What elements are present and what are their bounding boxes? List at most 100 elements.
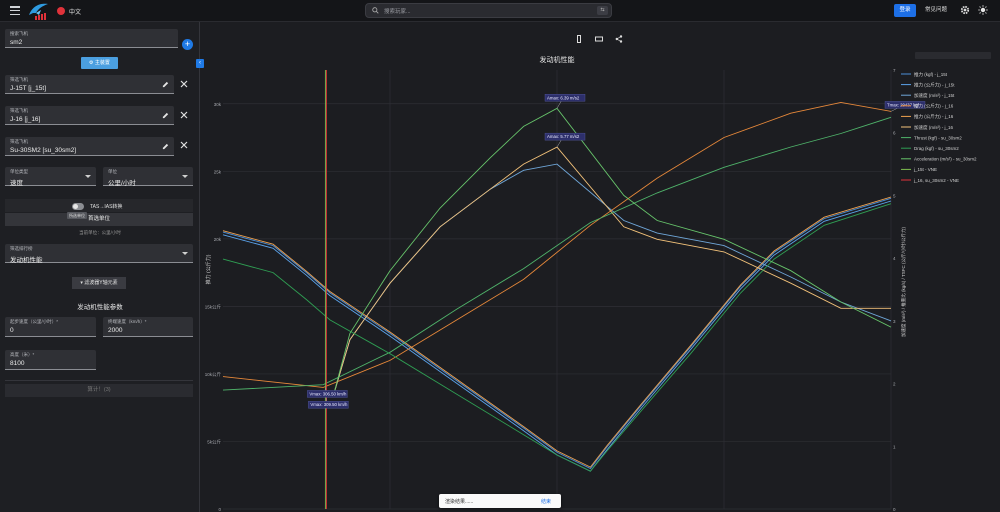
end-speed-field[interactable]: 终端速度（km/h）* 2000 — [103, 317, 193, 337]
altitude-field[interactable]: 高度（米）* 8100 — [5, 350, 96, 370]
selected-aircraft-3[interactable]: 筛选飞机 Su-30SM2 [su_30sm2] — [5, 137, 174, 156]
field-label: 筛选飞机 — [10, 77, 28, 82]
legend-item: 推力 (公斤力) - j_15t — [914, 81, 955, 88]
start-speed-field[interactable]: 起步速度（公里/小时）* 0 — [5, 317, 96, 337]
y-right-tick-label: 5 — [893, 193, 896, 198]
tas-ias-label: TAS→IAS转换 — [90, 204, 123, 210]
end-speed-input[interactable]: 2000 — [108, 327, 122, 334]
annotation-label: Amax: 6.39 m/s2 — [547, 95, 580, 100]
remove-aircraft-1-icon[interactable] — [180, 80, 188, 88]
language-selector[interactable]: 中文 — [57, 6, 81, 16]
y-left-tick-label: 5k公斤 — [207, 438, 221, 445]
remove-aircraft-2-icon[interactable] — [180, 111, 188, 119]
language-label: 中文 — [69, 9, 82, 16]
flag-icon — [57, 7, 65, 15]
edit-icon[interactable] — [162, 112, 169, 119]
field-label: 筛选飞机 — [10, 108, 28, 113]
aircraft-value: J-16 [j_16] — [10, 116, 41, 123]
altitude-input[interactable]: 8100 — [10, 360, 24, 367]
legend-item: 加速度 (m/s²) - j_15t — [914, 92, 955, 99]
aircraft-value: Su-30SM2 [su_30sm2] — [10, 147, 77, 154]
divider — [5, 380, 193, 381]
unit-type-value: 速度 — [10, 180, 23, 187]
series-line-2 — [332, 163, 892, 397]
search-box[interactable]: 搜索玩家... ⇆ — [365, 3, 612, 18]
menu-icon[interactable] — [10, 6, 20, 15]
unit-select[interactable]: 单位 公里/小时 — [103, 167, 193, 187]
series-line-5 — [332, 146, 891, 397]
faq-link[interactable]: 常见问题 — [925, 4, 947, 17]
field-label: 单位类型 — [10, 169, 28, 174]
y-right-tick-label: 3 — [893, 319, 896, 324]
tas-ias-toggle[interactable] — [72, 203, 84, 210]
y-left-tick-label: 0 — [218, 507, 221, 512]
chevron-down-icon — [182, 252, 188, 255]
legend-item: Acceleration (m/s²) - su_30sm2 — [914, 157, 977, 162]
y-right-tick-label: 1 — [893, 444, 896, 449]
legend-item: j_15t - VNE — [913, 167, 937, 172]
current-unit-note: 当前单位：公里/小时 — [79, 230, 121, 235]
y-right-tick-label: 6 — [893, 131, 896, 136]
remove-aircraft-3-icon[interactable] — [180, 141, 188, 149]
chevron-down-icon — [182, 175, 188, 178]
y-left-tick-label: 10k公斤 — [205, 371, 222, 378]
selected-aircraft-1[interactable]: 筛选飞机 J-15T [j_15t] — [5, 75, 174, 94]
toast: 渲染结果...... 结束 — [439, 494, 561, 508]
annotation-label: Vmax: 306.50 km/h — [309, 391, 347, 396]
edit-icon[interactable] — [162, 143, 169, 150]
legend-item: Drag (kgf) - su_30sm2 — [914, 146, 959, 151]
legend-item: 加速度 (m/s²) - j_16 — [914, 124, 953, 131]
y-left-tick-label: 15k公斤 — [205, 303, 222, 310]
field-label: 筛选飞机 — [10, 139, 28, 144]
chart-title: 发动机性能 — [540, 55, 575, 64]
login-button[interactable]: 登录 — [894, 4, 916, 17]
legend-item: 推力 (公斤力) - j_16 — [914, 103, 954, 110]
field-label: 单位 — [108, 169, 117, 174]
engine-performance-chart[interactable]: 发动机性能05k公斤10k公斤15k公斤20k25k30k50010001500… — [201, 22, 1000, 512]
legend-item: Thrust (kgf) - su_30sm2 — [914, 135, 962, 140]
calculate-button[interactable]: 算计！(3) — [5, 384, 193, 397]
toast-message: 渲染结果...... — [445, 499, 474, 505]
field-label: 终端速度（km/h）* — [108, 319, 147, 324]
plot-type-select[interactable]: 筛选排行榜 发动机性能 — [5, 244, 193, 264]
search-icon — [372, 7, 379, 14]
legend-item: j_16, su_30sm2 - VNE — [913, 178, 959, 183]
annotation-label: Vmax: 309.50 km/h — [310, 402, 348, 407]
preferred-unit-button[interactable]: 首选单位 — [5, 213, 193, 226]
tooltip: 所选单位 — [67, 212, 87, 219]
aircraft-value: J-15T [j_15t] — [10, 85, 47, 92]
unit-type-select[interactable]: 单位类型 速度 — [5, 167, 96, 187]
field-label: 搜索飞机 — [10, 31, 28, 36]
main-aircraft-label: 主装置 — [94, 60, 110, 66]
aircraft-search-field[interactable]: 搜索飞机 sm2 — [5, 29, 178, 48]
aircraft-search-input[interactable]: sm2 — [10, 39, 22, 46]
chevron-down-icon — [85, 175, 91, 178]
y-left-tick-label: 25k — [214, 169, 222, 174]
y-left-tick-label: 30k — [214, 102, 222, 107]
logo-icon[interactable] — [27, 1, 49, 21]
keyboard-shortcut-icon[interactable]: ⇆ — [597, 6, 608, 15]
gear-icon[interactable] — [960, 5, 970, 15]
y-right-tick-label: 4 — [893, 256, 896, 261]
y-right-tick-label: 7 — [893, 68, 896, 73]
y-right-tick-label: 2 — [893, 382, 896, 387]
main-aircraft-button[interactable]: ⚙ 主装置 — [81, 57, 118, 69]
selected-aircraft-2[interactable]: 筛选飞机 J-16 [j_16] — [5, 106, 174, 125]
field-label: 筛选排行榜 — [10, 246, 33, 251]
legend-item: 推力 (公斤力) - j_16 — [914, 113, 954, 120]
plot-type-value: 发动机性能 — [10, 257, 43, 264]
y-left-axis-label: 推力 (公斤力) — [205, 254, 212, 284]
search-input[interactable]: 搜索玩家... — [384, 7, 411, 15]
section-title: 发动机性能参数 — [77, 304, 123, 311]
toast-action-button[interactable]: 结束 — [541, 498, 551, 505]
theme-toggle-icon[interactable] — [978, 5, 988, 15]
field-label: 高度（米）* — [10, 352, 35, 357]
sidebar — [0, 22, 200, 512]
add-aircraft-button[interactable]: + — [182, 39, 193, 50]
filter-y-axis-button[interactable]: ▾ 滤波器Y轴元素 — [72, 277, 126, 289]
annotation-label: Amax: 5.77 m/s2 — [547, 134, 580, 139]
chart-panel: 发动机性能05k公斤10k公斤15k公斤20k25k30k50010001500… — [201, 22, 1000, 512]
filter-label: 滤波器Y轴元素 — [84, 280, 118, 286]
start-speed-input[interactable]: 0 — [10, 327, 14, 334]
edit-icon[interactable] — [162, 81, 169, 88]
